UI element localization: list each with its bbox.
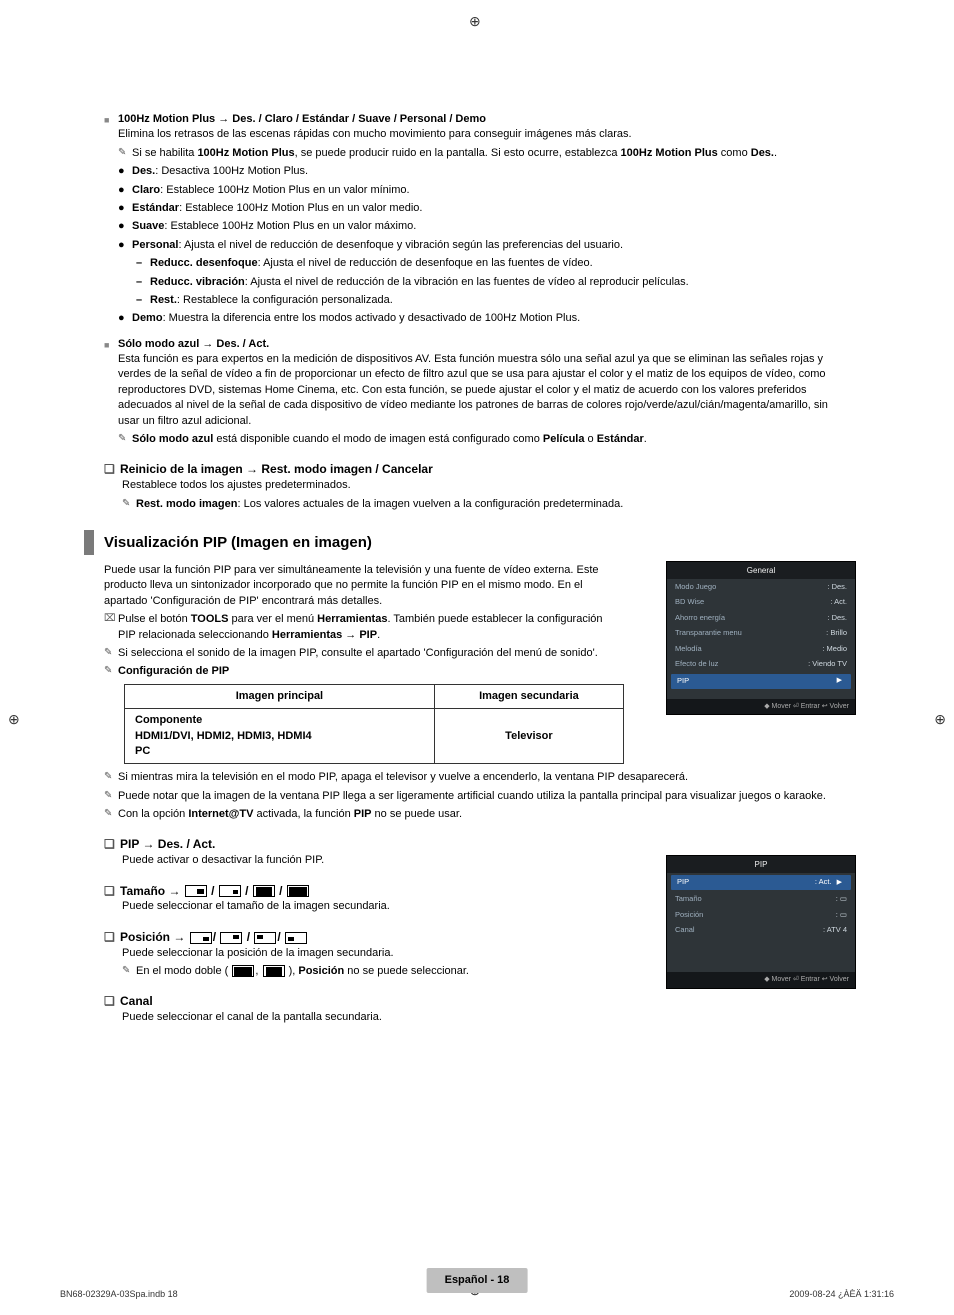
size-icon-double-v — [263, 965, 285, 977]
osd-general: General Modo Juego: Des. BD Wise: Act. A… — [666, 561, 856, 715]
pip-note-off: Si mientras mira la televisión en el mod… — [118, 770, 850, 785]
note-icon: ✎ — [122, 497, 136, 512]
pip-note-artificial: Puede notar que la imagen de la ventana … — [118, 789, 850, 804]
square-bullet-icon: ■ — [104, 112, 118, 327]
pos-icon-tl — [254, 932, 276, 944]
registration-mark-top: ⊕ — [469, 12, 481, 32]
reinicio-note: Rest. modo imagen: Los valores actuales … — [136, 497, 850, 512]
desc-100hz: Elimina los retrasos de las escenas rápi… — [118, 127, 850, 142]
arrow-right-icon: ▶ — [834, 879, 845, 886]
square-bullet-icon: ■ — [104, 337, 118, 448]
pip-note-internettv: Con la opción Internet@TV activada, la f… — [118, 807, 850, 822]
heading-solo-azul: Sólo modo azul → Des. / Act. — [118, 337, 850, 352]
item-vibracion: Reducc. vibración: Ajusta el nivel de re… — [150, 275, 850, 290]
note-solo-azul: Sólo modo azul está disponible cuando el… — [132, 432, 850, 447]
page-content: ■ 100Hz Motion Plus → Des. / Claro / Est… — [64, 60, 890, 1255]
note-icon: ✎ — [118, 146, 132, 161]
box-icon: ❏ — [104, 929, 120, 946]
pip-intro: Puede usar la función PIP para ver simul… — [104, 563, 614, 609]
note-icon: ✎ — [118, 432, 132, 447]
section-100hz: ■ 100Hz Motion Plus → Des. / Claro / Est… — [104, 112, 850, 327]
note-icon: ✎ — [104, 646, 118, 661]
item-claro: Claro: Establece 100Hz Motion Plus en un… — [132, 183, 850, 198]
note-100hz-1: Si se habilita 100Hz Motion Plus, se pue… — [132, 146, 850, 161]
dash-icon: – — [136, 256, 150, 271]
size-icon-double-h — [232, 965, 254, 977]
note-icon: ✎ — [104, 664, 118, 679]
bullet-icon: ● — [118, 164, 132, 179]
note-icon: ✎ — [104, 770, 118, 785]
pos-icon-bl — [285, 932, 307, 944]
osd-pip-title: PIP — [667, 856, 855, 873]
bullet-icon: ● — [118, 238, 132, 253]
pip-config-table: Imagen principal Imagen secundaria Compo… — [124, 684, 624, 765]
section-title-pip: Visualización PIP (Imagen en imagen) — [84, 530, 850, 555]
item-desenfoque: Reducc. desenfoque: Ajusta el nivel de r… — [150, 256, 850, 271]
heading-pip-onoff: ❏PIP → Des. / Act. — [104, 836, 850, 853]
item-des: Des.: Desactiva 100Hz Motion Plus. — [132, 164, 850, 179]
body-solo-azul: Esta función es para expertos en la medi… — [118, 352, 850, 429]
bullet-icon: ● — [118, 311, 132, 326]
arrow-right-icon: ▶ — [834, 676, 845, 687]
item-rest: Rest.: Restablece la configuración perso… — [150, 293, 850, 308]
bullet-icon: ● — [118, 219, 132, 234]
page-number-badge: Español - 18 — [427, 1268, 528, 1293]
note-icon: ✎ — [122, 964, 136, 979]
registration-mark-right: ⊕ — [934, 710, 946, 730]
osd-general-footer: ◆ Mover ⏎ Entrar ↩ Volver — [667, 699, 855, 715]
size-icon-double-v — [253, 885, 275, 897]
osd-pip-highlight: PIP: Act. ▶ — [671, 875, 851, 890]
footer-meta-right: 2009-08-24 ¿ÀÈÄ 1:31:16 — [789, 1288, 894, 1301]
registration-mark-left: ⊕ — [8, 710, 20, 730]
size-icon-large — [185, 885, 207, 897]
osd-general-title: General — [667, 562, 855, 579]
heading-reinicio: ❏Reinicio de la imagen → Rest. modo imag… — [104, 461, 850, 478]
heading-100hz: 100Hz Motion Plus → Des. / Claro / Están… — [118, 112, 850, 127]
heading-canal: ❏Canal — [104, 993, 850, 1010]
box-icon: ❏ — [104, 883, 120, 900]
tools-icon: ⌧ — [104, 612, 118, 643]
item-personal: Personal: Ajusta el nivel de reducción d… — [132, 238, 850, 253]
item-suave: Suave: Establece 100Hz Motion Plus en un… — [132, 219, 850, 234]
note-icon: ✎ — [104, 807, 118, 822]
pos-icon-br — [190, 932, 212, 944]
table-cell-main: Componente HDMI1/DVI, HDMI2, HDMI3, HDMI… — [125, 709, 435, 764]
item-demo: Demo: Muestra la diferencia entre los mo… — [132, 311, 850, 326]
size-icon-double-h — [287, 885, 309, 897]
note-icon: ✎ — [104, 789, 118, 804]
box-icon: ❏ — [104, 461, 120, 478]
section-solo-azul: ■ Sólo modo azul → Des. / Act. Esta func… — [104, 337, 850, 448]
bullet-icon: ● — [118, 183, 132, 198]
pip-sound-note: Si selecciona el sonido de la imagen PIP… — [118, 646, 614, 661]
size-icon-small — [219, 885, 241, 897]
table-header-main: Imagen principal — [125, 684, 435, 708]
dash-icon: – — [136, 275, 150, 290]
reinicio-body: Restablece todos los ajustes predetermin… — [122, 478, 850, 493]
footer-meta-left: BN68-02329A-03Spa.indb 18 — [60, 1288, 178, 1301]
item-estandar: Estándar: Establece 100Hz Motion Plus en… — [132, 201, 850, 216]
pip-tools-note: Pulse el botón TOOLS para ver el menú He… — [118, 612, 614, 643]
table-header-sec: Imagen secundaria — [434, 684, 623, 708]
table-cell-sec: Televisor — [434, 709, 623, 764]
pos-icon-tr — [220, 932, 242, 944]
box-icon: ❏ — [104, 836, 120, 853]
osd-pip: PIP PIP: Act. ▶ Tamaño: ▭ Posición: ▭ Ca… — [666, 855, 856, 989]
osd-pip-footer: ◆ Mover ⏎ Entrar ↩ Volver — [667, 972, 855, 988]
dash-icon: – — [136, 293, 150, 308]
box-icon: ❏ — [104, 993, 120, 1010]
bullet-icon: ● — [118, 201, 132, 216]
osd-general-highlight: PIP▶ — [671, 674, 851, 689]
canal-body: Puede seleccionar el canal de la pantall… — [122, 1010, 850, 1025]
